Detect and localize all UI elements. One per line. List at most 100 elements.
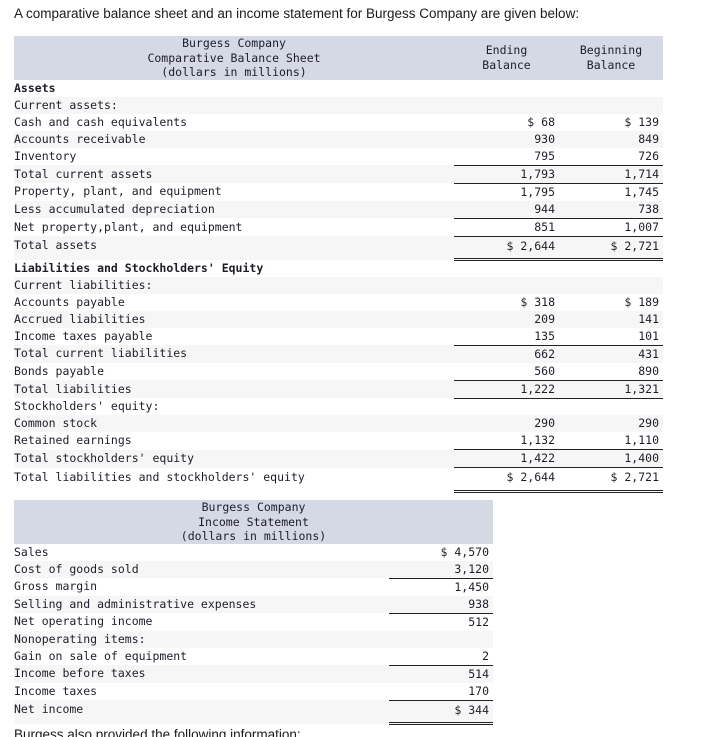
balance-sheet-row: Total current liabilities 662 431 xyxy=(14,345,663,363)
income-statement-row: Sales $ 4,570 xyxy=(14,544,493,561)
balance-sheet-row-label: Total current assets xyxy=(14,165,454,183)
balance-sheet-row-label: Property, plant, and equipment xyxy=(14,184,222,199)
balance-sheet-row-ending: 209 xyxy=(454,310,559,328)
balance-sheet-double-rule-beginning xyxy=(559,487,663,493)
column-header-beginning-balance: Beginning Balance xyxy=(559,36,663,80)
balance-sheet-row-beginning: 290 xyxy=(559,415,663,432)
income-statement-row: Nonoperating items: xyxy=(14,630,493,648)
balance-sheet-row-label: Cash and cash equivalents xyxy=(14,114,188,129)
income-statement-row-label: Selling and administrative expenses xyxy=(14,595,389,613)
income-statement-row: Income before taxes 514 xyxy=(14,665,493,683)
balance-sheet-row-label: Total stockholders' equity xyxy=(14,449,454,468)
income-statement-row-label: Income before taxes xyxy=(14,665,389,683)
balance-sheet-row-beginning: 431 xyxy=(559,345,663,363)
balance-sheet-body: Assets Current assets: Cash and cash equiv… xyxy=(14,80,663,493)
income-statement-row: Gross margin 1,450 xyxy=(14,578,493,596)
balance-sheet-row-label: Current liabilities: xyxy=(14,276,454,294)
balance-sheet-row-ending: 1,222 xyxy=(454,380,559,399)
balance-sheet-row-beginning: $ 139 xyxy=(624,114,659,129)
balance-sheet-row-label: Less accumulated depreciation xyxy=(14,200,454,218)
balance-sheet-row: Total current assets 1,793 1,714 xyxy=(14,165,663,184)
balance-sheet-row-ending xyxy=(454,96,559,114)
income-statement-row: Net operating income 512 xyxy=(14,613,493,631)
balance-sheet-row: Accounts receivable 930 849 xyxy=(14,130,663,148)
balance-sheet-title-line-1: Burgess Company xyxy=(182,36,286,50)
balance-sheet-row-ending: 795 xyxy=(454,147,559,166)
balance-sheet-row: Total liabilities and stockholders' equi… xyxy=(14,468,663,488)
income-statement-row: Selling and administrative expenses 938 xyxy=(14,595,493,614)
balance-sheet-row-ending: $ 68 xyxy=(527,114,555,129)
balance-sheet-row-ending: $ 2,644 xyxy=(454,236,559,256)
income-statement-row-amount: 938 xyxy=(389,595,493,614)
income-statement-title-line-2: Income Statement xyxy=(198,514,309,529)
balance-sheet-row: Income taxes payable 135 101 xyxy=(14,327,663,346)
balance-sheet-row-beginning: $ 2,721 xyxy=(610,470,659,484)
balance-sheet-row-ending: 851 xyxy=(454,218,559,237)
balance-sheet-row-beginning: 1,400 xyxy=(559,449,663,468)
income-statement-title: Burgess Company Income Statement (dollar… xyxy=(14,500,493,544)
balance-sheet-row-beginning xyxy=(559,96,663,114)
balance-sheet-row: Stockholders' equity: xyxy=(14,398,663,415)
income-statement-row-amount: 170 xyxy=(389,682,493,701)
balance-sheet-row-label: Total assets xyxy=(14,236,454,256)
balance-sheet-row-beginning xyxy=(559,276,663,294)
balance-sheet-row-label: Accounts payable xyxy=(14,294,125,309)
income-statement-double-rule-amount xyxy=(389,719,493,725)
balance-sheet-row-label: Stockholders' equity: xyxy=(14,399,160,413)
balance-sheet-row-beginning xyxy=(559,80,663,97)
income-statement-row-label: Cost of goods sold xyxy=(14,560,389,578)
balance-sheet-row: Net property,plant, and equipment 851 1,00… xyxy=(14,218,663,237)
income-statement-row-label: Net operating income xyxy=(14,614,153,629)
balance-sheet-row-ending xyxy=(454,80,559,97)
balance-sheet-title-line-3: (dollars in millions) xyxy=(161,65,307,79)
balance-sheet-row: Liabilities and Stockholders' Equity xyxy=(14,260,663,277)
balance-sheet-row-label: Inventory xyxy=(14,148,77,163)
income-statement-body: Sales $ 4,570 Cost of goods sold 3,120 Gross… xyxy=(14,544,493,725)
balance-sheet-header: Burgess Company Comparative Balance Shee… xyxy=(14,36,663,80)
balance-sheet-row-beginning: 1,321 xyxy=(559,380,663,399)
income-statement-row-amount: 512 xyxy=(468,614,489,629)
footer-partial-text: Burgess also provided the following info… xyxy=(14,727,301,737)
income-statement-row: Gain on sale of equipment 2 xyxy=(14,647,493,666)
balance-sheet-row: Inventory 795 726 xyxy=(14,147,663,166)
column-header-ending-line-2: Balance xyxy=(482,57,531,72)
balance-sheet-row-ending: 930 xyxy=(454,130,559,148)
balance-sheet-row-ending: 560 xyxy=(454,362,559,381)
balance-sheet-row: Current liabilities: xyxy=(14,276,663,294)
balance-sheet-row-ending: 1,422 xyxy=(454,449,559,468)
balance-sheet-row: Less accumulated depreciation 944 738 xyxy=(14,200,663,219)
column-header-ending-balance: Ending Balance xyxy=(454,36,559,80)
balance-sheet-row-ending: 1,795 xyxy=(520,184,555,199)
balance-sheet-row: Cash and cash equivalents $ 68 $ 139 xyxy=(14,114,663,131)
balance-sheet-double-rule-ending xyxy=(454,487,559,493)
column-header-ending-line-1: Ending xyxy=(485,43,528,58)
column-header-beginning-line-2: Balance xyxy=(586,57,636,72)
balance-sheet-row: Total stockholders' equity 1,422 1,400 xyxy=(14,449,663,468)
balance-sheet-row: Property, plant, and equipment 1,795 1,745 xyxy=(14,183,663,201)
income-statement-title-row: Burgess Company Income Statement (dollar… xyxy=(14,500,493,544)
balance-sheet-row-label: Common stock xyxy=(14,415,454,432)
balance-sheet-row-label: Total liabilities and stockholders' equi… xyxy=(14,469,305,484)
column-header-beginning-line-1: Beginning xyxy=(579,43,643,58)
balance-sheet-row-label: Accrued liabilities xyxy=(14,310,454,328)
income-statement-row-label: Sales xyxy=(14,544,49,559)
income-statement-row-label: Nonoperating items: xyxy=(14,630,389,648)
income-statement-row-amount: 2 xyxy=(389,647,493,666)
balance-sheet-row-ending: 1,132 xyxy=(454,432,559,450)
balance-sheet-row-ending: 1,793 xyxy=(454,165,559,184)
balance-sheet-row: Accrued liabilities 209 141 xyxy=(14,310,663,328)
balance-sheet-row-label: Income taxes payable xyxy=(14,328,153,343)
balance-sheet-row-beginning: 849 xyxy=(559,130,663,148)
balance-sheet-row-beginning: $ 2,721 xyxy=(559,236,663,256)
balance-sheet-row-label: Net property,plant, and equipment xyxy=(14,219,243,234)
balance-sheet-row-label: Accounts receivable xyxy=(14,130,454,148)
page-prompt: A comparative balance sheet and an incom… xyxy=(14,6,580,21)
income-statement-row-amount: 3,120 xyxy=(389,560,493,579)
income-statement-title-line-3: (dollars in millions) xyxy=(180,529,327,543)
balance-sheet-row: Total assets $ 2,644 $ 2,721 xyxy=(14,236,663,256)
balance-sheet-row-beginning: 1,110 xyxy=(559,432,663,450)
balance-sheet-row-beginning xyxy=(559,260,663,277)
balance-sheet-row: Bonds payable 560 890 xyxy=(14,362,663,381)
income-statement-row-amount: 514 xyxy=(389,665,493,683)
income-statement-row-amount: $ 4,570 xyxy=(440,544,489,559)
